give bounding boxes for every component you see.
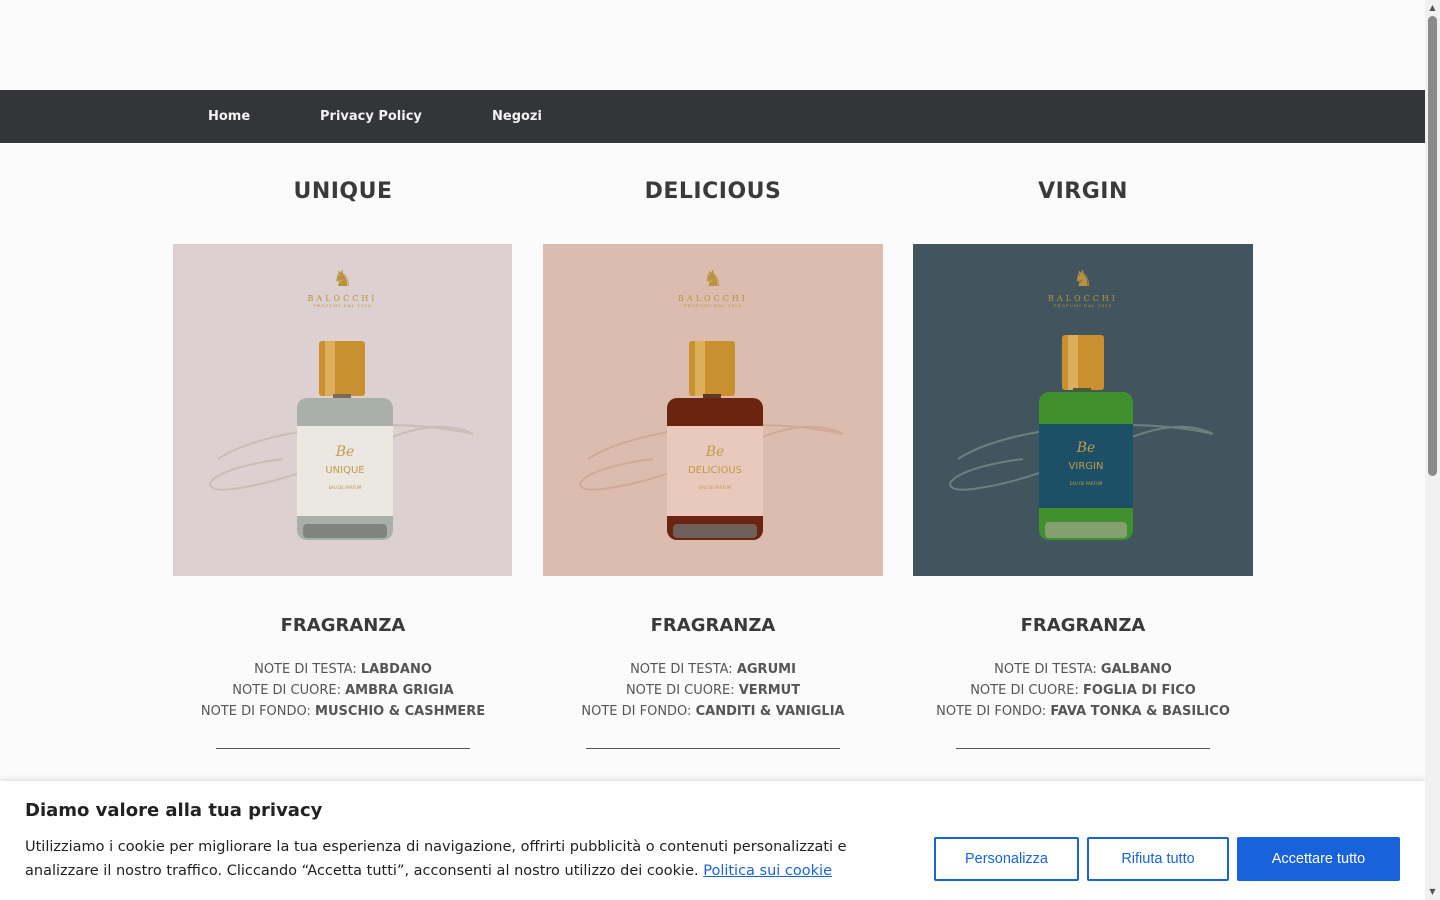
cookie-title: Diamo valore alla tua privacy xyxy=(25,800,323,821)
scroll-up-icon[interactable]: ▲ xyxy=(1427,2,1438,14)
note-heart: NOTE DI CUORE: AMBRA GRIGIA xyxy=(232,683,454,698)
product-subtitle: FRAGRANZA xyxy=(280,615,406,636)
perfume-bottle-graphic: Be DELICIOUS EAU DE PARFUM xyxy=(579,341,844,540)
nav-item-home[interactable]: Home xyxy=(208,90,250,143)
divider xyxy=(216,748,470,749)
customize-button[interactable]: Personalizza xyxy=(934,837,1079,881)
cookie-policy-link[interactable]: Politica sui cookie xyxy=(703,863,832,879)
nav-item-negozi[interactable]: Negozi xyxy=(492,90,542,143)
divider xyxy=(956,748,1210,749)
vertical-scrollbar[interactable]: ▲ ▼ xyxy=(1425,0,1440,900)
header-spacer xyxy=(0,0,1440,90)
product-title: DELICIOUS xyxy=(644,179,782,204)
product-image[interactable]: ♞ BALOCCHI PROFUMI DAL 1926 Be VIRGIN EA… xyxy=(913,244,1253,576)
note-heart: NOTE DI CUORE: VERMUT xyxy=(625,683,801,698)
fragrance-notes: NOTE DI TESTA: GALBANO NOTE DI CUORE: FO… xyxy=(913,659,1253,722)
note-top: NOTE DI TESTA: GALBANO xyxy=(994,662,1172,677)
svg-text:EAU DE PARFUM: EAU DE PARFUM xyxy=(1070,481,1103,486)
note-base: NOTE DI FONDO: CANDITI & VANIGLIA xyxy=(581,704,845,719)
svg-text:EAU DE PARFUM: EAU DE PARFUM xyxy=(329,485,362,490)
note-base: NOTE DI FONDO: MUSCHIO & CASHMERE xyxy=(200,704,486,719)
note-heart: NOTE DI CUORE: FOGLIA DI FICO xyxy=(970,683,1196,698)
note-top: NOTE DI TESTA: LABDANO xyxy=(254,662,432,677)
perfume-bottle-graphic: Be UNIQUE EAU DE PARFUM xyxy=(209,341,474,540)
svg-text:VIRGIN: VIRGIN xyxy=(1069,461,1104,472)
svg-text:Be: Be xyxy=(705,444,725,460)
product-subtitle: FRAGRANZA xyxy=(650,615,776,636)
accept-all-button[interactable]: Accettare tutto xyxy=(1237,837,1400,881)
note-base: NOTE DI FONDO: FAVA TONKA & BASILICO xyxy=(936,704,1230,719)
product-image[interactable]: ♞ BALOCCHI PROFUMI DAL 1926 Be DELICIOUS… xyxy=(543,244,883,576)
perfume-bottle-graphic: Be VIRGIN EAU DE PARFUM xyxy=(949,335,1214,540)
product-subtitle: FRAGRANZA xyxy=(1020,615,1146,636)
divider xyxy=(586,748,840,749)
main-nav: Home Privacy Policy Negozi xyxy=(0,90,1425,143)
fragrance-notes: NOTE DI TESTA: LABDANO NOTE DI CUORE: AM… xyxy=(173,659,513,722)
fragrance-notes: NOTE DI TESTA: AGRUMI NOTE DI CUORE: VER… xyxy=(543,659,883,722)
scrollbar-thumb[interactable] xyxy=(1428,16,1437,476)
svg-text:EAU DE PARFUM: EAU DE PARFUM xyxy=(699,485,732,490)
reject-all-button[interactable]: Rifiuta tutto xyxy=(1087,837,1229,881)
svg-text:UNIQUE: UNIQUE xyxy=(325,465,364,476)
scroll-down-icon[interactable]: ▼ xyxy=(1427,886,1438,898)
nav-item-privacy-policy[interactable]: Privacy Policy xyxy=(320,90,422,143)
svg-text:DELICIOUS: DELICIOUS xyxy=(688,465,742,476)
product-image[interactable]: ♞ BALOCCHI PROFUMI DAL 1926 Be UNIQUE EA… xyxy=(173,244,512,576)
svg-text:Be: Be xyxy=(1076,440,1096,456)
svg-text:Be: Be xyxy=(335,444,355,460)
product-title: UNIQUE xyxy=(293,179,393,204)
note-top: NOTE DI TESTA: AGRUMI xyxy=(630,662,796,677)
cookie-consent-banner: Diamo valore alla tua privacy Utilizziam… xyxy=(0,781,1425,900)
product-title: VIRGIN xyxy=(1038,179,1128,204)
cookie-description: Utilizziamo i cookie per migliorare la t… xyxy=(25,839,847,879)
